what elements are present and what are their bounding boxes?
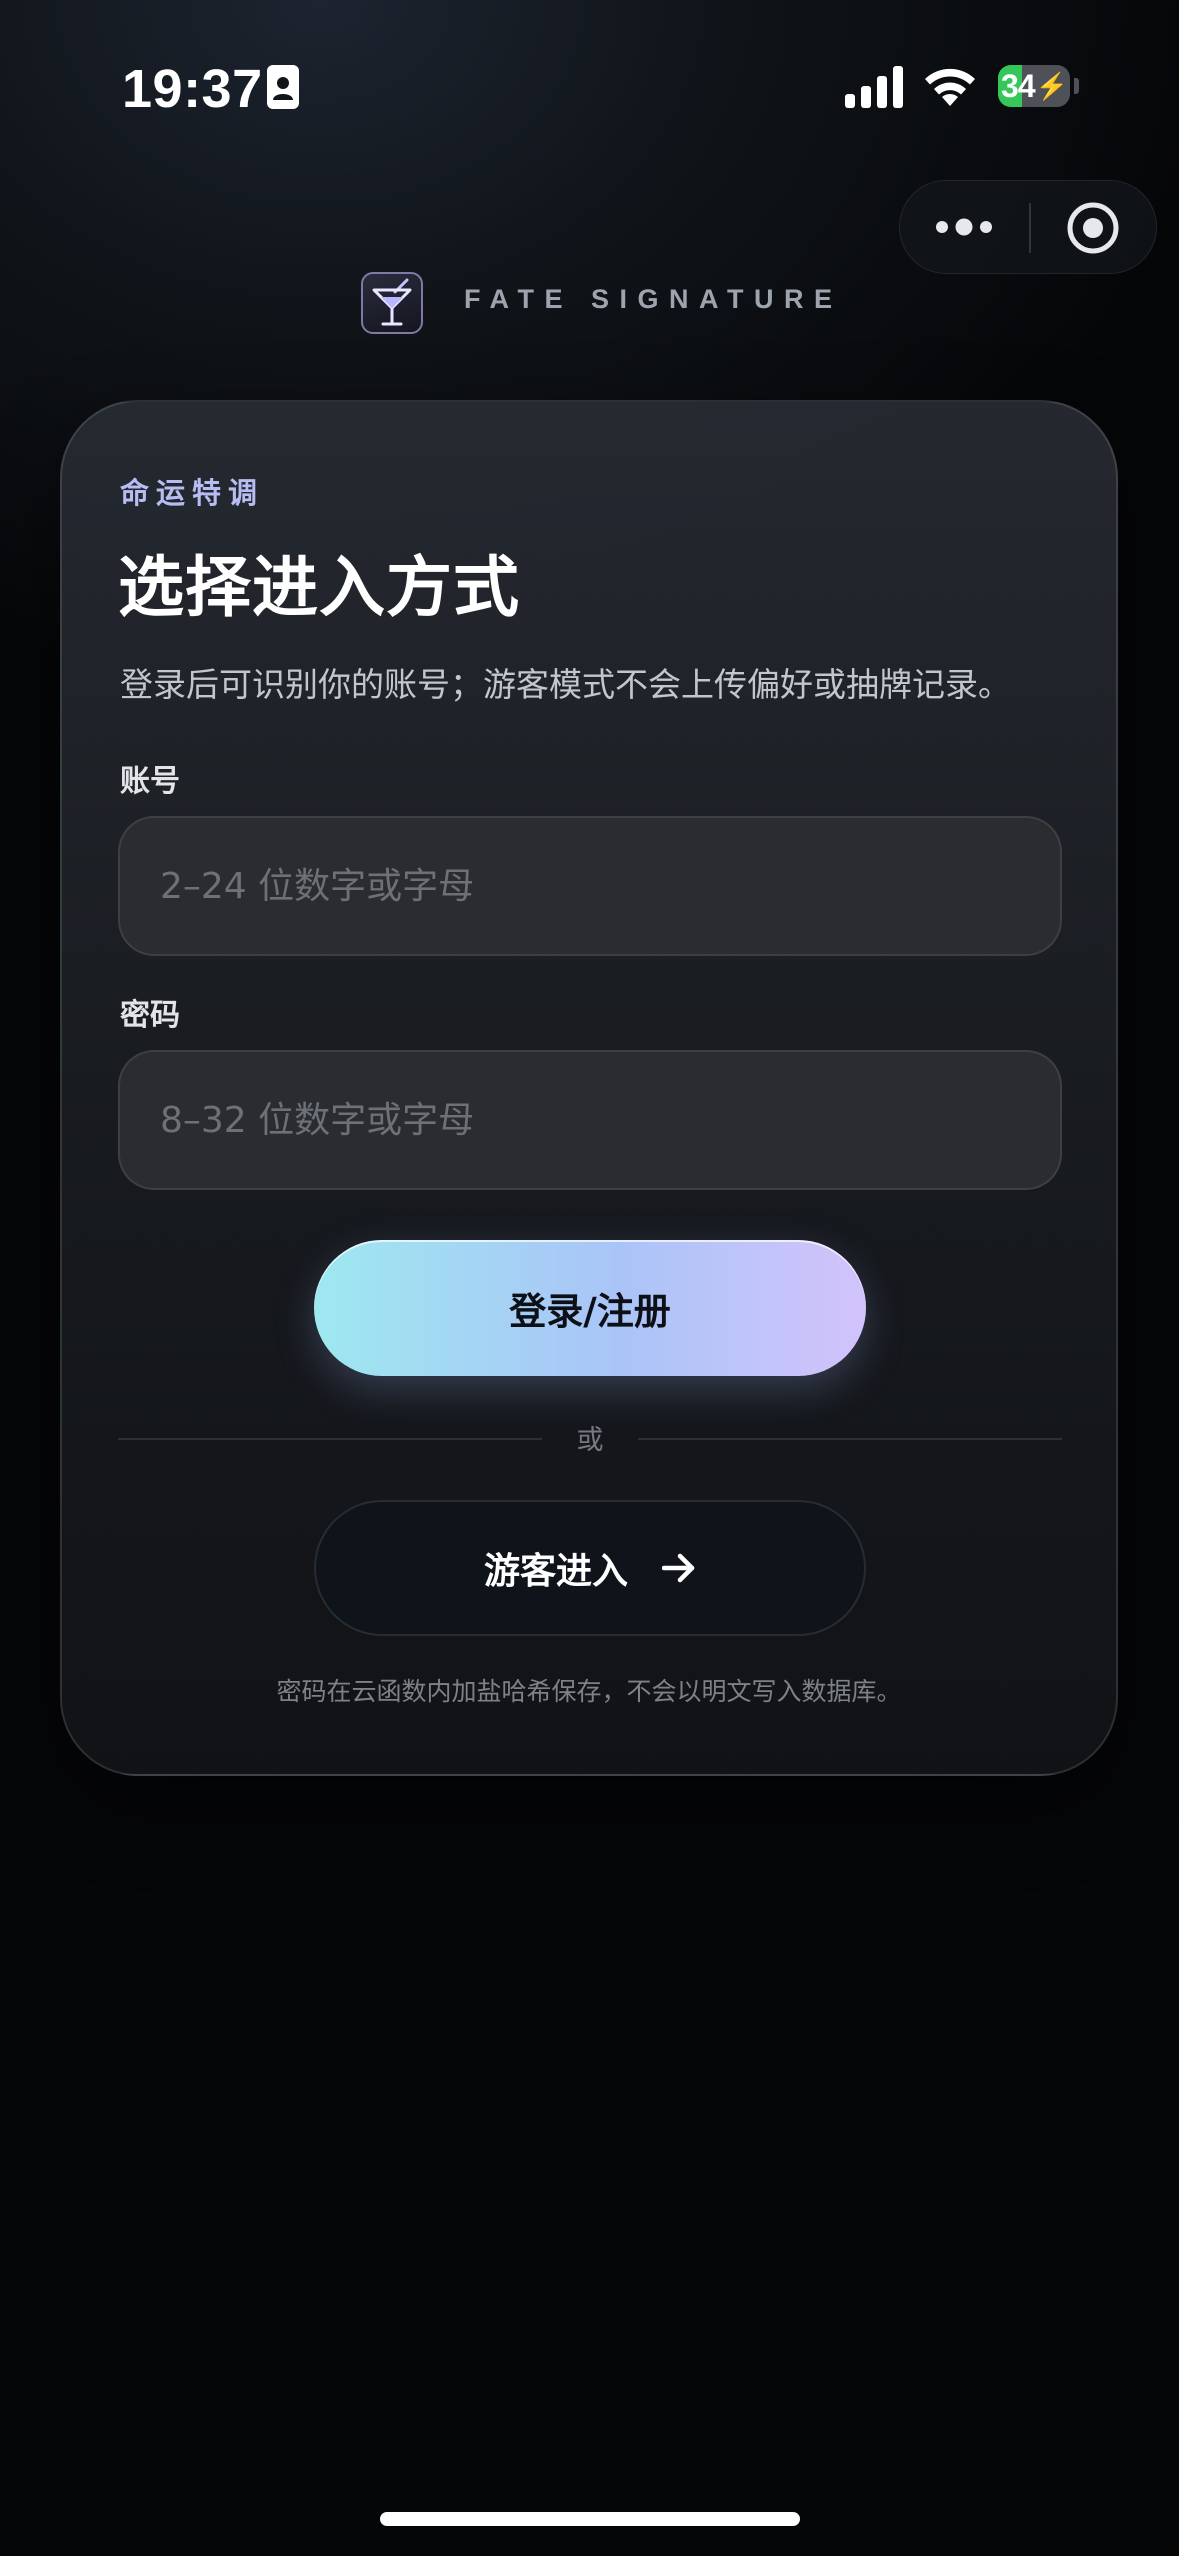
card-title: 选择进入方式 <box>118 549 520 626</box>
cellular-signal-icon <box>845 66 903 108</box>
brand-name: FATE SIGNATURE <box>464 284 843 314</box>
password-input[interactable] <box>118 1050 1062 1190</box>
brand-logo <box>361 272 423 334</box>
battery-level: 34 <box>1001 67 1036 104</box>
miniprogram-capsule <box>899 180 1157 274</box>
home-indicator <box>380 2512 800 2526</box>
guest-button-label: 游客进入 <box>483 1551 628 1592</box>
card-eyebrow: 命运特调 <box>120 476 265 510</box>
more-dots-icon <box>936 218 992 236</box>
cocktail-glass-icon <box>372 278 412 326</box>
more-options-button[interactable] <box>928 203 1000 251</box>
divider-line-right <box>638 1438 1062 1440</box>
account-input[interactable] <box>118 816 1062 956</box>
password-label: 密码 <box>120 998 180 1033</box>
account-label: 账号 <box>120 764 180 799</box>
divider-or: 或 <box>576 1425 604 1456</box>
contact-card-icon <box>267 65 299 109</box>
status-time: 19:37 <box>122 59 263 119</box>
battery-nub <box>1074 78 1079 94</box>
divider-line-left <box>118 1438 542 1440</box>
charging-bolt-icon: ⚡ <box>1035 70 1068 101</box>
arrow-right-icon <box>662 1553 696 1583</box>
guest-enter-button[interactable]: 游客进入 <box>314 1500 866 1636</box>
card-description: 登录后可识别你的账号；游客模式不会上传偏好或抽牌记录。 <box>120 665 1011 704</box>
login-card: 命运特调 选择进入方式 登录后可识别你的账号；游客模式不会上传偏好或抽牌记录。 … <box>60 400 1118 1776</box>
battery-indicator: 34 ⚡ <box>998 65 1070 107</box>
login-register-button[interactable]: 登录/注册 <box>314 1240 866 1376</box>
close-miniprogram-icon[interactable] <box>1066 201 1120 255</box>
capsule-divider <box>1029 203 1031 253</box>
security-footnote: 密码在云函数内加盐哈希保存，不会以明文写入数据库。 <box>276 1677 902 1706</box>
wifi-icon <box>925 68 975 106</box>
